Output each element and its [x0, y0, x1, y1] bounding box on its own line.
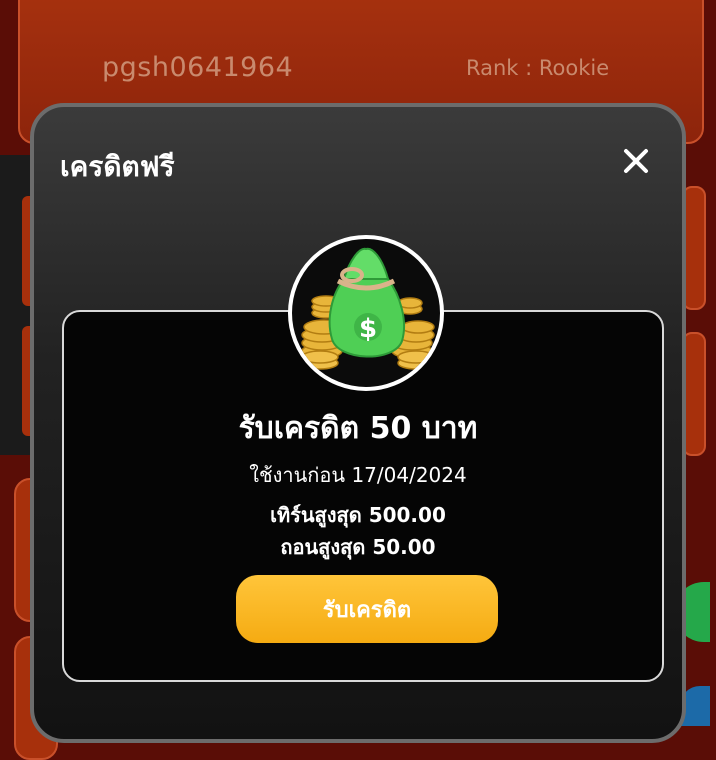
- expiry-date: 17/04/2024: [351, 463, 467, 487]
- rank-label: Rank : Rookie: [466, 56, 610, 80]
- money-bag-icon: $: [288, 235, 444, 391]
- max-turnover-label: เทิร์นสูงสุด: [270, 503, 362, 527]
- username-label: pgsh0641964: [102, 52, 294, 83]
- max-withdraw-value: 50.00: [372, 535, 436, 559]
- max-turnover-line: เทิร์นสูงสุด 500.00: [34, 499, 682, 531]
- close-icon[interactable]: [618, 143, 654, 179]
- expiry-line: ใช้งานก่อน 17/04/2024: [34, 459, 682, 491]
- credit-amount-title: รับเครดิต 50 บาท: [238, 411, 478, 446]
- expiry-label: ใช้งานก่อน: [249, 463, 346, 487]
- max-withdraw-line: ถอนสูงสุด 50.00: [34, 531, 682, 563]
- max-withdraw-label: ถอนสูงสุด: [280, 535, 366, 559]
- svg-text:$: $: [359, 314, 377, 344]
- claim-credit-button[interactable]: รับเครดิต: [236, 575, 498, 643]
- max-turnover-value: 500.00: [368, 503, 446, 527]
- modal-title: เครดิตฟรี: [60, 150, 175, 183]
- free-credit-modal: เครดิตฟรี $ รับเครดิต 50 บาท ใช้งานก่อน …: [30, 103, 686, 743]
